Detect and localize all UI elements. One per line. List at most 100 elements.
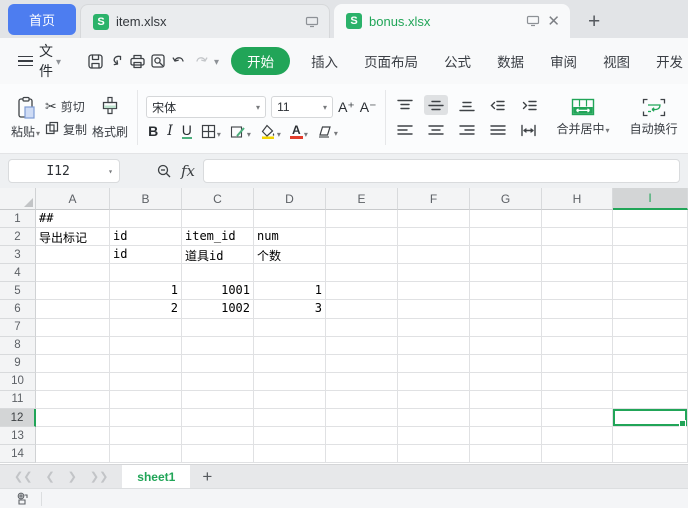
row-header-10[interactable]: 10	[0, 373, 36, 391]
font-family-select[interactable]: 宋体▾	[146, 96, 266, 118]
row-header-7[interactable]: 7	[0, 319, 36, 337]
font-size-select[interactable]: 11▾	[271, 96, 333, 118]
monitor-icon[interactable]	[305, 16, 319, 28]
cell-E9[interactable]	[326, 355, 398, 373]
increase-font-button[interactable]: A⁺	[338, 99, 355, 116]
quick-access-more-icon[interactable]: ▾	[214, 57, 219, 68]
name-box[interactable]: I12 ▾	[8, 159, 120, 183]
cell-D7[interactable]	[254, 319, 326, 337]
cell-A4[interactable]	[36, 264, 110, 282]
eraser-button[interactable]: ▾	[317, 124, 338, 138]
cell-G1[interactable]	[470, 210, 542, 228]
row-header-2[interactable]: 2	[0, 228, 36, 246]
copy-button[interactable]: 复制	[45, 121, 87, 138]
cell-E1[interactable]	[326, 210, 398, 228]
cell-H2[interactable]	[542, 228, 613, 246]
ribbon-tab-插入[interactable]: 插入	[311, 51, 338, 71]
document-tab-item[interactable]: S item.xlsx	[80, 4, 330, 38]
cell-F6[interactable]	[398, 300, 470, 318]
cell-A13[interactable]	[36, 427, 110, 445]
cell-C10[interactable]	[182, 373, 254, 391]
cell-C2[interactable]: item_id	[182, 228, 254, 246]
undo-button[interactable]	[171, 48, 188, 74]
chevron-down-icon[interactable]: ▾	[56, 57, 61, 68]
cell-B14[interactable]	[110, 445, 182, 463]
cell-I12[interactable]	[613, 409, 688, 427]
name-box-dropdown-icon[interactable]: ▾	[108, 167, 113, 176]
cell-B12[interactable]	[110, 409, 182, 427]
cell-C4[interactable]	[182, 264, 254, 282]
formula-input[interactable]	[203, 159, 680, 183]
cell-F5[interactable]	[398, 282, 470, 300]
cell-H4[interactable]	[542, 264, 613, 282]
cell-D1[interactable]	[254, 210, 326, 228]
cell-F9[interactable]	[398, 355, 470, 373]
home-page-button[interactable]: 首页	[8, 4, 76, 35]
cell-I3[interactable]	[613, 246, 688, 264]
cell-E11[interactable]	[326, 391, 398, 409]
cell-I13[interactable]	[613, 427, 688, 445]
cell-I1[interactable]	[613, 210, 688, 228]
column-header-B[interactable]: B	[110, 188, 182, 210]
format-painter-button[interactable]: 格式刷	[87, 94, 133, 142]
cell-A11[interactable]	[36, 391, 110, 409]
justify-button[interactable]	[486, 120, 510, 140]
font-color-button[interactable]: A▾	[290, 124, 308, 139]
cell-E14[interactable]	[326, 445, 398, 463]
cell-F1[interactable]	[398, 210, 470, 228]
column-header-C[interactable]: C	[182, 188, 254, 210]
cell-G12[interactable]	[470, 409, 542, 427]
cell-F7[interactable]	[398, 319, 470, 337]
row-header-3[interactable]: 3	[0, 246, 36, 264]
row-header-9[interactable]: 9	[0, 355, 36, 373]
row-header-8[interactable]: 8	[0, 337, 36, 355]
cell-B9[interactable]	[110, 355, 182, 373]
row-header-14[interactable]: 14	[0, 445, 36, 463]
last-sheet-icon[interactable]: ❯❯	[90, 470, 108, 483]
bold-button[interactable]: B	[148, 123, 158, 139]
align-top-button[interactable]	[393, 95, 417, 115]
cell-C1[interactable]	[182, 210, 254, 228]
align-bottom-button[interactable]	[455, 95, 479, 115]
underline-button[interactable]: U	[182, 123, 192, 139]
cell-C8[interactable]	[182, 337, 254, 355]
cell-D13[interactable]	[254, 427, 326, 445]
cell-D11[interactable]	[254, 391, 326, 409]
export-icon[interactable]	[108, 48, 125, 74]
cell-H3[interactable]	[542, 246, 613, 264]
insert-function-button[interactable]: fx	[181, 162, 195, 180]
cell-D4[interactable]	[254, 264, 326, 282]
save-button[interactable]	[87, 48, 104, 74]
cell-H7[interactable]	[542, 319, 613, 337]
cell-I11[interactable]	[613, 391, 688, 409]
row-header-13[interactable]: 13	[0, 427, 36, 445]
cell-B8[interactable]	[110, 337, 182, 355]
select-all-corner[interactable]	[0, 188, 36, 210]
cell-G13[interactable]	[470, 427, 542, 445]
cell-G14[interactable]	[470, 445, 542, 463]
column-header-D[interactable]: D	[254, 188, 326, 210]
cell-E13[interactable]	[326, 427, 398, 445]
document-tab-bonus[interactable]: S bonus.xlsx ✕	[334, 4, 570, 38]
cell-E7[interactable]	[326, 319, 398, 337]
cell-G5[interactable]	[470, 282, 542, 300]
cell-A12[interactable]	[36, 409, 110, 427]
row-header-5[interactable]: 5	[0, 282, 36, 300]
stamp-icon[interactable]	[16, 492, 31, 507]
cell-E8[interactable]	[326, 337, 398, 355]
cell-G4[interactable]	[470, 264, 542, 282]
monitor-icon[interactable]	[526, 15, 540, 27]
decrease-indent-button[interactable]	[486, 95, 510, 115]
cell-H11[interactable]	[542, 391, 613, 409]
decrease-font-button[interactable]: A⁻	[360, 99, 377, 116]
file-menu[interactable]: 文件	[39, 41, 53, 81]
cell-C7[interactable]	[182, 319, 254, 337]
cell-B4[interactable]	[110, 264, 182, 282]
cell-G9[interactable]	[470, 355, 542, 373]
cut-button[interactable]: ✂ 剪切	[45, 98, 87, 115]
print-button[interactable]	[129, 48, 146, 74]
cell-G6[interactable]	[470, 300, 542, 318]
cell-F10[interactable]	[398, 373, 470, 391]
new-tab-button[interactable]: +	[588, 11, 600, 32]
cell-A6[interactable]	[36, 300, 110, 318]
